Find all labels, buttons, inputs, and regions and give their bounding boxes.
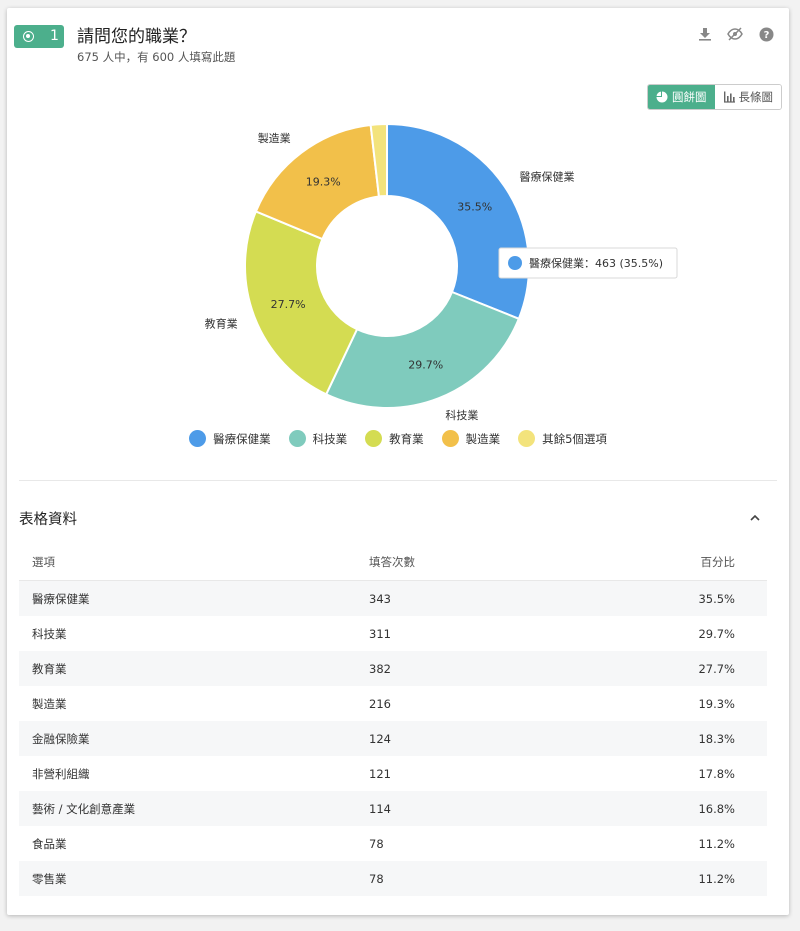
table-row: 科技業 311 29.7%: [19, 616, 767, 651]
cell-option: 製造業: [32, 696, 67, 711]
legend-swatch: [518, 430, 536, 447]
cell-count: 311: [369, 626, 391, 641]
slice-category-label: 製造業: [258, 131, 291, 145]
legend-label: 製造業: [465, 431, 501, 446]
table-section-title: 表格資料: [19, 512, 77, 528]
slice-category-label: 醫療保健業: [519, 169, 574, 183]
table-row: 製造業 216 19.3%: [19, 686, 767, 721]
table-row: 食品業 78 11.2%: [19, 826, 767, 861]
cell-option: 藝術 / 文化創意產業: [32, 801, 136, 816]
cell-percent: 16.8%: [698, 801, 735, 816]
legend-item[interactable]: 科技業: [288, 430, 348, 447]
cell-option: 非營利組織: [32, 766, 90, 781]
cell-percent: 18.3%: [698, 731, 735, 746]
table-row: 非營利組織 121 17.8%: [19, 756, 767, 791]
legend-swatch: [189, 430, 207, 447]
table-header-row: 選項 填答次數 百分比: [19, 543, 767, 581]
cell-count: 121: [369, 766, 391, 781]
donut-chart: 35.5% 醫療保健業 29.7% 科技業 27.7% 教育業 19.3% 製造業醫療保健業：…: [205, 122, 678, 422]
table-row: 藝術 / 文化創意產業 114 16.8%: [19, 791, 767, 826]
legend-label: 科技業: [312, 431, 348, 446]
legend-item[interactable]: 教育業: [365, 430, 424, 447]
legend-swatch: [365, 430, 383, 447]
response-summary: 675 人中，有 600 人填寫此題: [77, 50, 236, 64]
svg-text:?: ?: [763, 30, 769, 41]
question-number: 1: [50, 28, 59, 44]
cell-count: 382: [369, 661, 391, 676]
table-row: 零售業 78 11.2%: [19, 861, 767, 896]
slice-percent-label: 35.5%: [457, 201, 492, 214]
table-row: 教育業 382 27.7%: [19, 651, 767, 686]
radio-icon: [23, 31, 34, 42]
legend-swatch: [288, 430, 306, 447]
column-header-option: 選項: [32, 554, 55, 569]
help-icon[interactable]: ?: [758, 26, 774, 42]
chevron-up-icon[interactable]: [748, 510, 762, 524]
hide-icon[interactable]: [727, 26, 743, 42]
cell-option: 金融保險業: [32, 731, 90, 746]
slice-percent-label: 27.7%: [271, 298, 306, 311]
cell-percent: 11.2%: [698, 871, 735, 886]
cell-percent: 27.7%: [698, 661, 735, 676]
cell-option: 食品業: [32, 836, 67, 851]
cell-percent: 19.3%: [698, 696, 735, 711]
table-row: 醫療保健業 343 35.5%: [19, 581, 767, 616]
cell-count: 114: [369, 801, 391, 816]
cell-option: 醫療保健業: [32, 591, 90, 606]
slice-percent-label: 19.3%: [306, 175, 341, 188]
legend-item[interactable]: 醫療保健業: [189, 430, 271, 447]
legend-item[interactable]: 其餘5個選項: [518, 430, 607, 447]
column-header-percent: 百分比: [700, 554, 736, 569]
column-header-count: 填答次數: [369, 554, 415, 569]
cell-option: 零售業: [32, 871, 67, 886]
cell-count: 78: [369, 836, 384, 851]
section-divider: [19, 480, 777, 481]
table-row: 金融保險業 124 18.3%: [19, 721, 767, 756]
slice-category-label: 科技業: [445, 408, 478, 422]
cell-count: 78: [369, 871, 384, 886]
question-title: 請問您的職業？: [77, 27, 196, 47]
cell-percent: 11.2%: [698, 836, 735, 851]
pie-slice[interactable]: [386, 122, 530, 321]
chart-legend: 醫療保健業 科技業 教育業 製造業 其餘5個選項: [7, 430, 789, 447]
legend-label: 其餘5個選項: [542, 431, 607, 446]
cell-percent: 29.7%: [698, 626, 735, 641]
question-number-badge: 1: [14, 25, 64, 48]
legend-label: 醫療保健業: [213, 431, 271, 446]
legend-swatch: [441, 430, 459, 447]
cell-percent: 17.8%: [698, 766, 735, 781]
cell-count: 343: [369, 591, 391, 606]
data-table: 選項 填答次數 百分比 醫療保健業 343 35.5% 科技業 311 29.7% 教育業 3…: [19, 543, 767, 896]
slice-category-label: 教育業: [205, 316, 238, 330]
cell-count: 124: [369, 731, 391, 746]
tooltip-swatch: [508, 256, 522, 270]
download-icon[interactable]: [697, 26, 713, 42]
legend-label: 教育業: [389, 431, 424, 446]
pie-slice[interactable]: [324, 290, 521, 409]
tooltip-text: 醫療保健業：463 (35.5%): [529, 256, 663, 270]
table-body: 醫療保健業 343 35.5% 科技業 311 29.7% 教育業 382 27.7% 製造業 21…: [19, 581, 767, 896]
cell-option: 科技業: [32, 626, 67, 641]
chart-tooltip: 醫療保健業：463 (35.5%): [498, 247, 678, 279]
cell-count: 216: [369, 696, 391, 711]
cell-option: 教育業: [32, 661, 67, 676]
question-card: 1 請問您的職業？ 675 人中，有 600 人填寫此題 ? 圓餅圖 長條圖 3…: [7, 8, 789, 915]
cell-percent: 35.5%: [698, 591, 735, 606]
legend-item[interactable]: 製造業: [441, 430, 501, 447]
slice-percent-label: 29.7%: [408, 359, 443, 372]
